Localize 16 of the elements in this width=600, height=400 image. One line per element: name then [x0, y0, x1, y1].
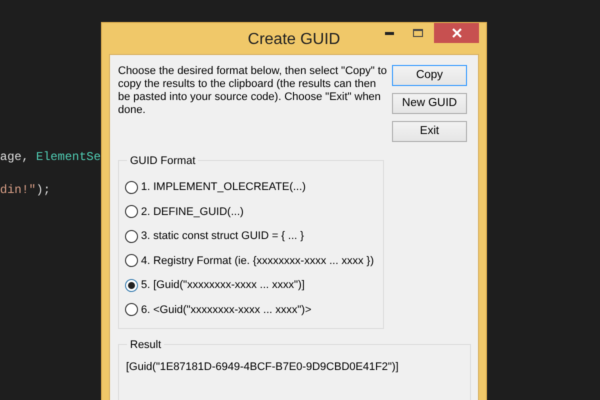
code-text: age,: [0, 150, 30, 164]
dialog-button[interactable]: New GUID: [392, 93, 467, 114]
option-label[interactable]: 2. DEFINE_GUID(...): [141, 204, 244, 220]
option-label[interactable]: 4. Registry Format (ie. {xxxxxxxx-xxxx ... xxxx }): [141, 252, 374, 269]
code-text: din!": [0, 183, 36, 197]
option-label[interactable]: 6. <Guid("xxxxxxxx-xxxx ... xxxx")>: [141, 302, 312, 318]
dialog-button[interactable]: Exit: [392, 121, 467, 142]
instruction-text: Choose the desired format below, then select "Copy" to copy the results to the clipboard (the results can then be pasted into your source code). Choose "Exit" when done.: [118, 65, 388, 118]
code-text: ElementSe: [36, 150, 101, 164]
option-label[interactable]: 1. IMPLEMENT_OLECREATE(...): [141, 179, 306, 196]
dialog-button[interactable]: Copy: [392, 65, 467, 86]
result-text: [Guid("1E87181D-6949-4BCF-B7E0-9D9CBD0E41F2")]: [125, 360, 400, 375]
option-label[interactable]: 3. static const struct GUID = { ... }: [141, 228, 304, 244]
option-label[interactable]: 5. [Guid("xxxxxxxx-xxxx ... xxxx")]: [141, 277, 305, 294]
code-text: );: [36, 183, 50, 197]
window-title: Create GUID: [248, 30, 340, 50]
